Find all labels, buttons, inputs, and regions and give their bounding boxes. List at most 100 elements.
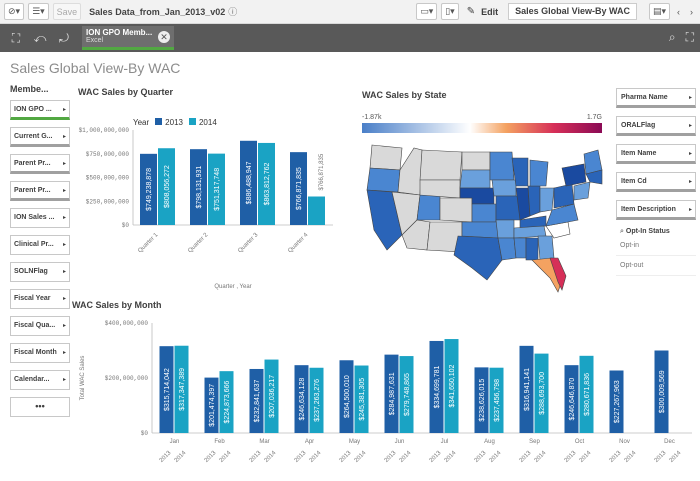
filter-pane-item[interactable]: Pharma Name ▸ <box>616 88 696 108</box>
sheets-button[interactable]: ▤▾ <box>648 3 670 20</box>
state-region[interactable] <box>513 237 527 259</box>
us-state-map[interactable] <box>362 140 607 295</box>
month-bar-chart[interactable]: $400,000,000 $200,000,000 $0 Total WAC Sale… <box>72 315 698 481</box>
data-label: $808,056,272 <box>164 165 171 208</box>
quarter-bar-chart[interactable]: $1,000,000,000 $750,000,000 $500,000,000 $2… <box>78 125 348 295</box>
bar-2014-quarter-4[interactable] <box>308 196 325 226</box>
y-tick-label: $500,000,000 <box>86 175 130 182</box>
filter-pane-item[interactable]: Fiscal Month ▸ <box>10 343 70 363</box>
filter-pane-item[interactable]: Item Name ▸ <box>616 144 696 164</box>
data-label: $863,812,762 <box>264 162 271 205</box>
state-region[interactable] <box>495 195 521 221</box>
data-label: $316,941,141 <box>524 368 531 411</box>
state-region[interactable] <box>495 219 515 239</box>
legend-swatch <box>188 118 196 125</box>
expand-icon[interactable]: ⛶ <box>686 30 694 45</box>
year-label: 2013 <box>429 450 443 464</box>
close-icon[interactable]: ✕ <box>158 31 170 43</box>
select-region-icon[interactable]: ⛶ <box>8 31 24 46</box>
filter-pane-item[interactable]: Item Cd ▸ <box>616 172 696 192</box>
state-region[interactable] <box>366 167 401 193</box>
state-region[interactable] <box>419 179 461 199</box>
sheet-title: Sales Global View-By WAC <box>10 60 181 76</box>
save-button[interactable]: Save <box>52 3 82 20</box>
filter-pane-item[interactable]: ION Sales ... ▸ <box>10 208 70 228</box>
state-region[interactable] <box>439 197 473 223</box>
state-region[interactable] <box>553 183 575 209</box>
caret-right-icon: ▸ <box>62 107 66 113</box>
optin-value[interactable]: Opt-out <box>616 256 696 276</box>
filter-pane-item[interactable]: Fiscal Year ▸ <box>10 289 70 309</box>
list-menu-button[interactable]: ☰▾ <box>28 3 49 20</box>
selection-chip[interactable]: ION GPO Memb... Excel ✕ <box>82 26 174 50</box>
filter-pane-item[interactable]: Fiscal Qua... ▸ <box>10 316 70 336</box>
caret-right-icon: ▸ <box>62 188 66 194</box>
filter-pane-item[interactable]: Item Description ▸ <box>616 200 696 220</box>
optin-value[interactable]: Opt-in <box>616 236 696 256</box>
step-back-icon[interactable]: ⤺ <box>32 31 48 46</box>
caret-right-icon: ▸ <box>62 134 66 140</box>
pencil-icon[interactable]: ✎ <box>467 6 475 17</box>
filter-label: Clinical Pr... <box>14 241 54 248</box>
caret-right-icon: ▸ <box>62 377 66 383</box>
filter-label: ION Sales ... <box>14 214 55 221</box>
filter-label: Parent Pr... <box>14 187 51 194</box>
state-region[interactable] <box>537 235 555 261</box>
year-label: 2014 <box>354 450 368 464</box>
edit-button[interactable]: Edit <box>481 7 498 17</box>
clear-all-icon[interactable]: ⤾ <box>56 31 72 46</box>
state-region[interactable] <box>416 194 441 221</box>
state-region[interactable] <box>461 221 501 239</box>
caret-right-icon: ▸ <box>62 161 66 167</box>
filter-pane-item[interactable]: Clinical Pr... ▸ <box>10 235 70 255</box>
data-label: $798,131,931 <box>196 166 203 209</box>
year-label: 2014 <box>399 450 413 464</box>
filter-pane-item[interactable]: SOLNFlag ▸ <box>10 262 70 282</box>
state-region[interactable] <box>459 169 491 189</box>
state-region[interactable] <box>525 237 539 261</box>
search-icon[interactable]: ⌕ <box>669 30 676 45</box>
state-region[interactable] <box>419 149 463 181</box>
selections-bar: ⛶ ⤺ ⤾ ION GPO Memb... Excel ✕ ⌕ ⛶ <box>0 24 700 52</box>
more-filters-button[interactable]: ••• <box>10 397 70 417</box>
present-button[interactable]: ▭▾ <box>416 3 438 20</box>
caret-right-icon: ▸ <box>688 179 692 185</box>
x-tick-label: Quarter 1 <box>137 232 160 255</box>
state-region[interactable] <box>453 235 503 281</box>
filter-label: Item Name <box>621 150 657 157</box>
data-label: $238,626,015 <box>479 379 486 422</box>
info-icon[interactable]: ⓘ <box>228 5 237 18</box>
data-label: $227,267,963 <box>614 380 621 423</box>
caret-right-icon: ▸ <box>62 296 66 302</box>
year-label: 2013 <box>339 450 353 464</box>
state-region[interactable] <box>527 185 541 217</box>
state-region[interactable] <box>461 151 491 171</box>
data-label: $749,238,878 <box>146 168 153 211</box>
state-region[interactable] <box>561 163 587 187</box>
state-region[interactable] <box>529 159 549 187</box>
device-button[interactable]: ▯▾ <box>441 3 459 20</box>
month-label: Apr <box>305 439 314 445</box>
filter-pane-item[interactable]: Current G... ▸ <box>10 127 70 147</box>
global-menu-button[interactable]: ⊘▾ <box>4 3 25 20</box>
year-label: 2014 <box>624 450 638 464</box>
filter-pane-item[interactable]: ION GPO ... ▸ <box>10 100 70 120</box>
state-region[interactable] <box>471 203 497 223</box>
filter-pane-item[interactable]: Parent Pr... ▸ <box>10 181 70 201</box>
year-label: 2014 <box>174 450 188 464</box>
filter-pane-item[interactable]: Calendar... ▸ <box>10 370 70 390</box>
data-label: $237,263,276 <box>314 379 321 422</box>
filter-label: Item Cd <box>621 178 647 185</box>
state-region[interactable] <box>539 187 555 213</box>
state-region[interactable] <box>489 151 515 181</box>
caret-right-icon: ▸ <box>688 151 692 157</box>
state-region[interactable] <box>369 144 403 171</box>
next-sheet-button[interactable]: › <box>687 3 696 20</box>
state-region[interactable] <box>491 179 517 197</box>
filter-pane-item[interactable]: ORALFlag ▸ <box>616 116 696 136</box>
filter-pane-item[interactable]: Parent Pr... ▸ <box>10 154 70 174</box>
data-label: $766,871,835 <box>296 167 303 210</box>
prev-sheet-button[interactable]: ‹ <box>674 3 683 20</box>
year-label: 2013 <box>294 450 308 464</box>
state-region[interactable] <box>573 181 591 201</box>
